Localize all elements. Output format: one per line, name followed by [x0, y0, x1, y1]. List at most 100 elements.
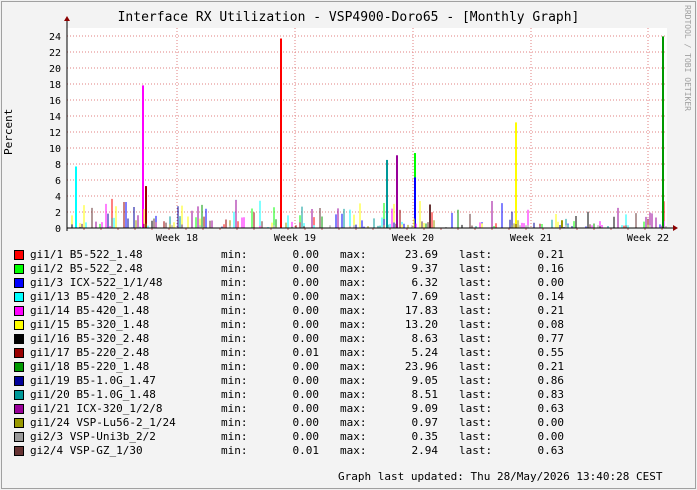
legend-last-label: last: [459, 360, 493, 373]
legend-min-value: 0.00 [292, 374, 320, 387]
x-tick-label: Week 20 [392, 233, 434, 244]
y-tick-label: 2 [55, 208, 61, 219]
legend-last-label: last: [459, 430, 493, 443]
legend-max-label: max: [340, 276, 367, 289]
legend-min-label: min: [221, 290, 248, 303]
legend-max-label: max: [340, 248, 367, 261]
legend-swatch [14, 376, 24, 386]
legend-min-value: 0.00 [292, 290, 320, 303]
legend-swatch [14, 390, 24, 400]
legend-max-value: 5.24 [411, 346, 439, 359]
legend-last-value: 0.55 [537, 346, 565, 359]
legend-series-name: gi2/4 VSP-GZ_1/30 [30, 444, 143, 457]
legend-max-label: max: [340, 430, 367, 443]
legend-max-value: 23.96 [404, 360, 438, 373]
legend-last-value: 0.21 [537, 304, 565, 317]
x-tick-label: Week 19 [274, 233, 316, 244]
legend-series-name: gi2/3 VSP-Uni3b_2/2 [30, 430, 156, 443]
legend-last-value: 0.16 [537, 262, 565, 275]
legend-swatch [14, 306, 24, 316]
legend-max-label: max: [340, 332, 367, 345]
legend-min-label: min: [221, 304, 248, 317]
legend-series-name: gi1/17 B5-220_2.48 [30, 346, 150, 359]
legend-max-value: 0.35 [411, 430, 439, 443]
legend-min-label: min: [221, 276, 248, 289]
legend-min-label: min: [221, 248, 248, 261]
legend-series-name: gi1/2 B5-522_2.48 [30, 262, 143, 275]
legend-min-label: min: [221, 346, 248, 359]
y-axis-arrow [64, 16, 70, 21]
legend-last-label: last: [459, 388, 493, 401]
legend-min-value: 0.00 [292, 416, 320, 429]
legend-last-value: 0.63 [537, 402, 565, 415]
legend-series-name: gi1/18 B5-220_1.48 [30, 360, 150, 373]
legend-min-value: 0.00 [292, 388, 320, 401]
x-tick-label: Week 18 [156, 233, 198, 244]
legend-last-value: 0.00 [537, 416, 565, 429]
y-tick-label: 12 [49, 128, 61, 139]
legend-max-value: 0.97 [411, 416, 439, 429]
legend-max-value: 8.63 [411, 332, 439, 345]
legend-last-label: last: [459, 444, 493, 457]
legend-swatch [14, 418, 24, 428]
legend-min-value: 0.00 [292, 332, 320, 345]
legend-last-value: 0.77 [537, 332, 565, 345]
legend-last-value: 0.63 [537, 444, 565, 457]
legend-series-name: gi1/3 ICX-522_1/1/48 [30, 276, 163, 289]
legend-last-label: last: [459, 304, 493, 317]
legend-swatch [14, 250, 24, 260]
legend-max-label: max: [340, 416, 367, 429]
y-tick-label: 0 [55, 224, 61, 235]
legend-max-value: 7.69 [411, 290, 439, 303]
y-tick-label: 22 [49, 48, 61, 59]
legend-swatch [14, 404, 24, 414]
legend-max-value: 13.20 [404, 318, 438, 331]
legend-min-label: min: [221, 262, 248, 275]
legend-min-label: min: [221, 402, 248, 415]
legend-min-value: 0.00 [292, 248, 320, 261]
y-tick-label: 4 [55, 192, 61, 203]
legend-swatch [14, 432, 24, 442]
legend-max-label: max: [340, 304, 367, 317]
legend-min-label: min: [221, 318, 248, 331]
last-updated: Graph last updated: Thu 28/May/2026 13:4… [338, 470, 663, 483]
legend-series-name: gi1/14 B5-420_1.48 [30, 304, 150, 317]
y-tick-label: 24 [49, 32, 61, 43]
legend-last-label: last: [459, 262, 493, 275]
legend-min-value: 0.00 [292, 402, 320, 415]
legend-swatch [14, 264, 24, 274]
legend-series-name: gi1/21 ICX-320_1/2/8 [30, 402, 163, 415]
legend-max-label: max: [340, 402, 367, 415]
legend-max-value: 2.94 [411, 444, 439, 457]
plot-area [67, 28, 667, 228]
x-axis-arrow [673, 225, 678, 231]
legend-max-label: max: [340, 290, 367, 303]
y-tick-label: 20 [49, 64, 61, 75]
legend-last-label: last: [459, 276, 493, 289]
legend-series-name: gi1/19 B5-1.0G_1.47 [30, 374, 156, 387]
legend-min-value: 0.00 [292, 318, 320, 331]
legend-last-value: 0.83 [537, 388, 565, 401]
legend-swatch [14, 446, 24, 456]
legend-min-label: min: [221, 416, 248, 429]
legend-series-name: gi1/1 B5-522_1.48 [30, 248, 143, 261]
legend-swatch [14, 292, 24, 302]
legend-series-name: gi1/13 B5-420_2.48 [30, 290, 150, 303]
legend-min-label: min: [221, 430, 248, 443]
legend-last-label: last: [459, 402, 493, 415]
legend-max-value: 9.05 [411, 374, 439, 387]
legend-last-label: last: [459, 346, 493, 359]
legend-min-value: 0.01 [292, 346, 320, 359]
legend-max-value: 9.09 [411, 402, 439, 415]
y-tick-label: 14 [49, 112, 61, 123]
legend-last-value: 0.21 [537, 360, 565, 373]
legend-swatch [14, 348, 24, 358]
legend-swatch [14, 320, 24, 330]
legend-min-value: 0.00 [292, 430, 320, 443]
legend-max-label: max: [340, 374, 367, 387]
legend-last-value: 0.08 [537, 318, 565, 331]
x-tick-label: Week 21 [510, 233, 552, 244]
legend-max-value: 6.32 [411, 276, 439, 289]
legend-min-label: min: [221, 388, 248, 401]
legend-max-value: 9.37 [411, 262, 439, 275]
